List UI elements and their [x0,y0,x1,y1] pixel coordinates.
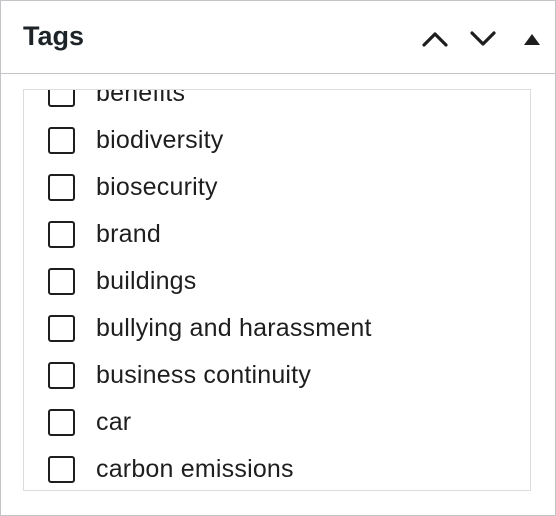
list-item[interactable]: benefits [24,89,530,117]
tag-checkbox[interactable] [48,456,75,483]
tag-checkbox[interactable] [48,268,75,295]
list-item[interactable]: carbon emissions [24,446,530,490]
move-up-button[interactable] [417,21,453,57]
tag-checkbox[interactable] [48,362,75,389]
tag-label: benefits [96,89,186,107]
tag-checkbox[interactable] [48,315,75,342]
tag-checkbox[interactable] [48,90,75,107]
tag-checkbox[interactable] [48,409,75,436]
tag-label: business continuity [96,361,312,389]
list-item[interactable]: car [24,399,530,446]
list-item[interactable]: buildings [24,258,530,305]
list-item[interactable]: biosecurity [24,164,530,211]
chevron-down-icon [469,30,497,48]
triangle-up-icon [523,32,541,46]
tag-label: brand [96,220,161,248]
tag-checkbox[interactable] [48,221,75,248]
list-item[interactable]: biodiversity [24,117,530,164]
tag-label: biodiversity [96,126,224,154]
move-down-button[interactable] [465,21,501,57]
list-item[interactable]: brand [24,211,530,258]
panel-title: Tags [23,21,85,51]
tag-label: bullying and harassment [96,314,372,342]
list-item[interactable]: bullying and harassment [24,305,530,352]
tag-label: buildings [96,267,197,295]
tags-panel: Tags benefits biodiversity biosecurity b… [0,0,556,516]
toggle-panel-button[interactable] [514,21,550,57]
list-item[interactable]: business continuity [24,352,530,399]
tag-label: carbon emissions [96,455,294,483]
tag-label: biosecurity [96,173,218,201]
tags-checklist-inner: benefits biodiversity biosecurity brand … [24,89,530,490]
chevron-up-icon [421,30,449,48]
tag-label: car [96,408,132,436]
tags-checklist[interactable]: benefits biodiversity biosecurity brand … [23,89,531,491]
tag-checkbox[interactable] [48,127,75,154]
panel-header: Tags [1,1,555,74]
tag-checkbox[interactable] [48,174,75,201]
